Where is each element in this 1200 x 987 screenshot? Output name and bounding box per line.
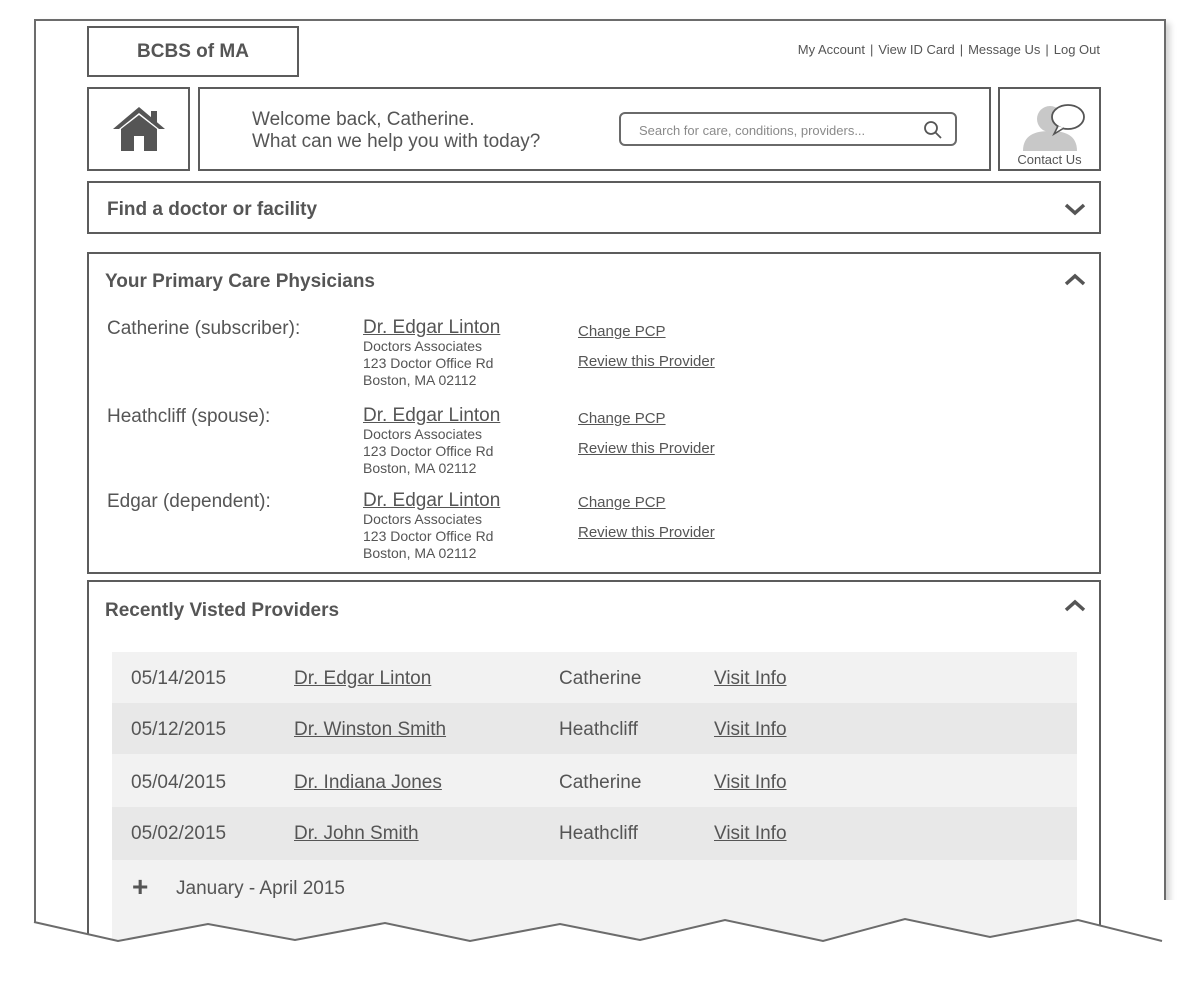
my-account-link[interactable]: My Account	[798, 42, 865, 57]
review-provider-link[interactable]: Review this Provider	[578, 440, 715, 457]
welcome-message: Welcome back, Catherine. What can we hel…	[252, 109, 540, 153]
pcp-street: 123 Doctor Office Rd	[363, 443, 494, 459]
provider-link[interactable]: Dr. Edgar Linton	[294, 668, 431, 690]
pcp-street: 123 Doctor Office Rd	[363, 528, 494, 544]
welcome-prompt: What can we help you with today?	[252, 131, 541, 152]
contact-us-label: Contact Us	[1017, 152, 1082, 167]
pcp-city: Boston, MA 02112	[363, 372, 477, 388]
pcp-practice: Doctors Associates	[363, 511, 483, 527]
plus-icon[interactable]: +	[132, 873, 148, 901]
provider-link[interactable]: Dr. John Smith	[294, 823, 419, 845]
table-row: 05/04/2015 Dr. Indiana Jones Catherine V…	[112, 754, 1077, 807]
review-provider-link[interactable]: Review this Provider	[578, 524, 715, 541]
month-group-label: January - April 2015	[176, 878, 345, 899]
search-input[interactable]: Search for care, conditions, providers..…	[619, 112, 957, 146]
review-provider-link[interactable]: Review this Provider	[578, 353, 715, 370]
provider-link[interactable]: Dr. Indiana Jones	[294, 772, 442, 794]
pcp-practice: Doctors Associates	[363, 426, 483, 442]
chevron-up-icon[interactable]	[1063, 598, 1087, 614]
pcp-doctor-link[interactable]: Dr. Edgar Linton	[363, 318, 500, 338]
member-name: Catherine	[559, 668, 642, 689]
separator: |	[869, 42, 874, 57]
pcp-doctor-block: Dr. Edgar Linton Doctors Associates 123 …	[363, 491, 500, 562]
visit-date: 05/04/2015	[131, 772, 227, 793]
visit-info-link[interactable]: Visit Info	[714, 719, 787, 741]
logo-text: BCBS of MA	[137, 40, 249, 62]
pcp-city: Boston, MA 02112	[363, 545, 477, 561]
separator: |	[1045, 42, 1049, 57]
message-us-link[interactable]: Message Us	[968, 42, 1040, 57]
chevron-down-icon[interactable]	[1063, 201, 1087, 217]
pcp-doctor-block: Dr. Edgar Linton Doctors Associates 123 …	[363, 406, 500, 477]
separator: |	[959, 42, 964, 57]
contact-person-icon	[1023, 104, 1085, 151]
search-icon[interactable]	[923, 120, 943, 140]
pcp-street: 123 Doctor Office Rd	[363, 355, 494, 371]
pcp-practice: Doctors Associates	[363, 338, 483, 354]
change-pcp-link[interactable]: Change PCP	[578, 323, 666, 340]
visit-info-link[interactable]: Visit Info	[714, 668, 787, 690]
visit-date: 05/14/2015	[131, 668, 227, 689]
primary-care-section: Your Primary Care Physicians Catherine (…	[87, 252, 1101, 574]
member-name: Heathcliff	[559, 823, 638, 844]
welcome-greeting: Welcome back, Catherine.	[252, 109, 475, 130]
chevron-up-icon[interactable]	[1063, 272, 1087, 288]
visit-date: 05/02/2015	[131, 823, 227, 844]
pcp-member-name: Catherine (subscriber):	[107, 318, 301, 339]
pcp-doctor-block: Dr. Edgar Linton Doctors Associates 123 …	[363, 318, 500, 389]
pcp-doctor-link[interactable]: Dr. Edgar Linton	[363, 491, 500, 511]
search-placeholder: Search for care, conditions, providers..…	[639, 123, 866, 138]
contact-us-button[interactable]: Contact Us	[998, 87, 1101, 171]
visit-info-link[interactable]: Visit Info	[714, 772, 787, 794]
pcp-doctor-link[interactable]: Dr. Edgar Linton	[363, 406, 500, 426]
home-icon	[112, 107, 165, 151]
visit-info-link[interactable]: Visit Info	[714, 823, 787, 845]
pcp-section-title: Your Primary Care Physicians	[105, 271, 375, 292]
logo[interactable]: BCBS of MA	[87, 26, 299, 77]
recent-section-title: Recently Visted Providers	[105, 600, 340, 621]
member-name: Catherine	[559, 772, 642, 793]
provider-link[interactable]: Dr. Winston Smith	[294, 719, 446, 741]
top-links: My Account | View ID Card | Message Us | Log O…	[740, 42, 1100, 57]
member-name: Heathcliff	[559, 719, 638, 740]
change-pcp-link[interactable]: Change PCP	[578, 494, 666, 511]
view-id-card-link[interactable]: View ID Card	[878, 42, 954, 57]
visit-date: 05/12/2015	[131, 719, 227, 740]
home-button[interactable]	[87, 87, 190, 171]
pcp-member-name: Edgar (dependent):	[107, 491, 271, 512]
change-pcp-link[interactable]: Change PCP	[578, 410, 666, 427]
table-row: 05/14/2015 Dr. Edgar Linton Catherine Vi…	[112, 652, 1077, 703]
pcp-city: Boston, MA 02112	[363, 460, 477, 476]
pcp-member-name: Heathcliff (spouse):	[107, 406, 271, 427]
welcome-panel: Welcome back, Catherine. What can we hel…	[198, 87, 991, 171]
find-doctor-title: Find a doctor or facility	[107, 199, 318, 220]
table-row: 05/02/2015 Dr. John Smith Heathcliff Vis…	[112, 807, 1077, 860]
log-out-link[interactable]: Log Out	[1054, 42, 1100, 57]
torn-page-edge	[0, 900, 1200, 987]
find-doctor-section[interactable]: Find a doctor or facility	[87, 181, 1101, 234]
table-row: 05/12/2015 Dr. Winston Smith Heathcliff …	[112, 703, 1077, 754]
